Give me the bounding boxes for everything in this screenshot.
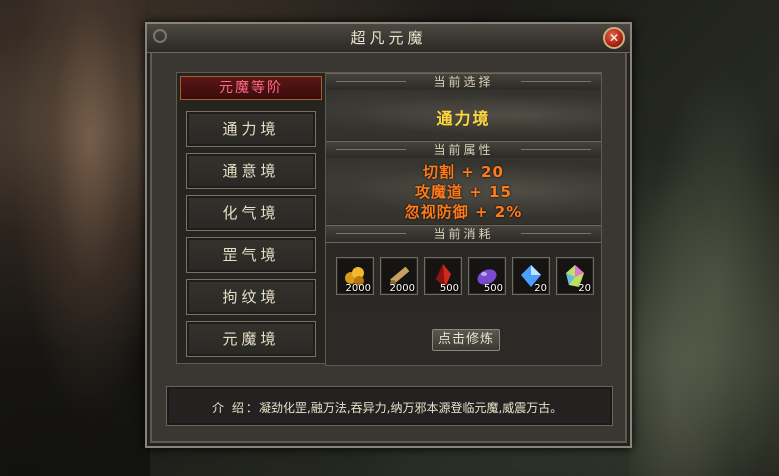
cost-count: 2000 — [345, 283, 371, 294]
selection-background: 通力境 — [326, 90, 601, 140]
cost-count: 2000 — [389, 283, 415, 294]
cultivation-window: 超凡元魔 ✕ 元魔等阶 通力境 通意境 化气境 罡气境 拘纹境 元魔境 当前选择… — [145, 22, 632, 448]
attribute-attack-magic: 攻魔道 + 15 — [415, 183, 512, 201]
cost-count: 500 — [439, 283, 459, 294]
cultivate-button[interactable]: 点击修炼 — [432, 329, 500, 351]
realm-button-juwen[interactable]: 拘纹境 — [186, 279, 316, 315]
cost-slot-purple-gem[interactable]: 500 — [468, 257, 506, 295]
realm-button-huaqi[interactable]: 化气境 — [186, 195, 316, 231]
background-character — [0, 0, 150, 476]
realm-button-tongyi[interactable]: 通意境 — [186, 153, 316, 189]
cost-slot-rainbow-gem[interactable]: 20 — [556, 257, 594, 295]
cost-slot-gold-ore[interactable]: 2000 — [336, 257, 374, 295]
current-cost-bar: 当前消耗 — [326, 225, 601, 243]
current-attributes-bar: 当前属性 — [326, 141, 601, 159]
realm-button-gangqi[interactable]: 罡气境 — [186, 237, 316, 273]
cost-slot-blue-diamond[interactable]: 20 — [512, 257, 550, 295]
close-button[interactable]: ✕ — [603, 27, 625, 49]
window-title: 超凡元魔 — [350, 29, 427, 47]
realm-list-header: 元魔等阶 — [180, 76, 322, 100]
attribute-cut: 切割 + 20 — [423, 163, 504, 181]
cost-count: 20 — [578, 283, 591, 294]
cost-slot-scroll[interactable]: 2000 — [380, 257, 418, 295]
selected-realm-name: 通力境 — [436, 109, 491, 128]
cost-count: 500 — [483, 283, 503, 294]
intro-box: 介 绍： 凝劲化罡,融万法,吞异力,纳万邪本源登临元魔,威震万古。 — [166, 386, 613, 426]
attribute-ignore-defense: 忽视防御 + 2% — [404, 203, 523, 221]
intro-text: 凝劲化罡,融万法,吞异力,纳万邪本源登临元魔,威震万古。 — [259, 401, 563, 415]
realm-list-panel: 元魔等阶 通力境 通意境 化气境 罡气境 拘纹境 元魔境 — [176, 72, 326, 364]
realm-detail-panel: 当前选择 通力境 当前属性 切割 + 20 攻魔道 + 15 忽视防御 + 2%… — [325, 72, 602, 366]
cost-slot-red-crystal[interactable]: 500 — [424, 257, 462, 295]
cost-count: 20 — [534, 283, 547, 294]
realm-button-yuanmo[interactable]: 元魔境 — [186, 321, 316, 357]
current-selection-bar: 当前选择 — [326, 73, 601, 91]
intro-label: 介 绍： — [212, 401, 260, 415]
attributes-background: 切割 + 20 攻魔道 + 15 忽视防御 + 2% — [326, 158, 601, 224]
realm-button-tongli[interactable]: 通力境 — [186, 111, 316, 147]
background-foliage — [629, 0, 779, 476]
title-bar[interactable]: 超凡元魔 ✕ — [147, 24, 630, 53]
